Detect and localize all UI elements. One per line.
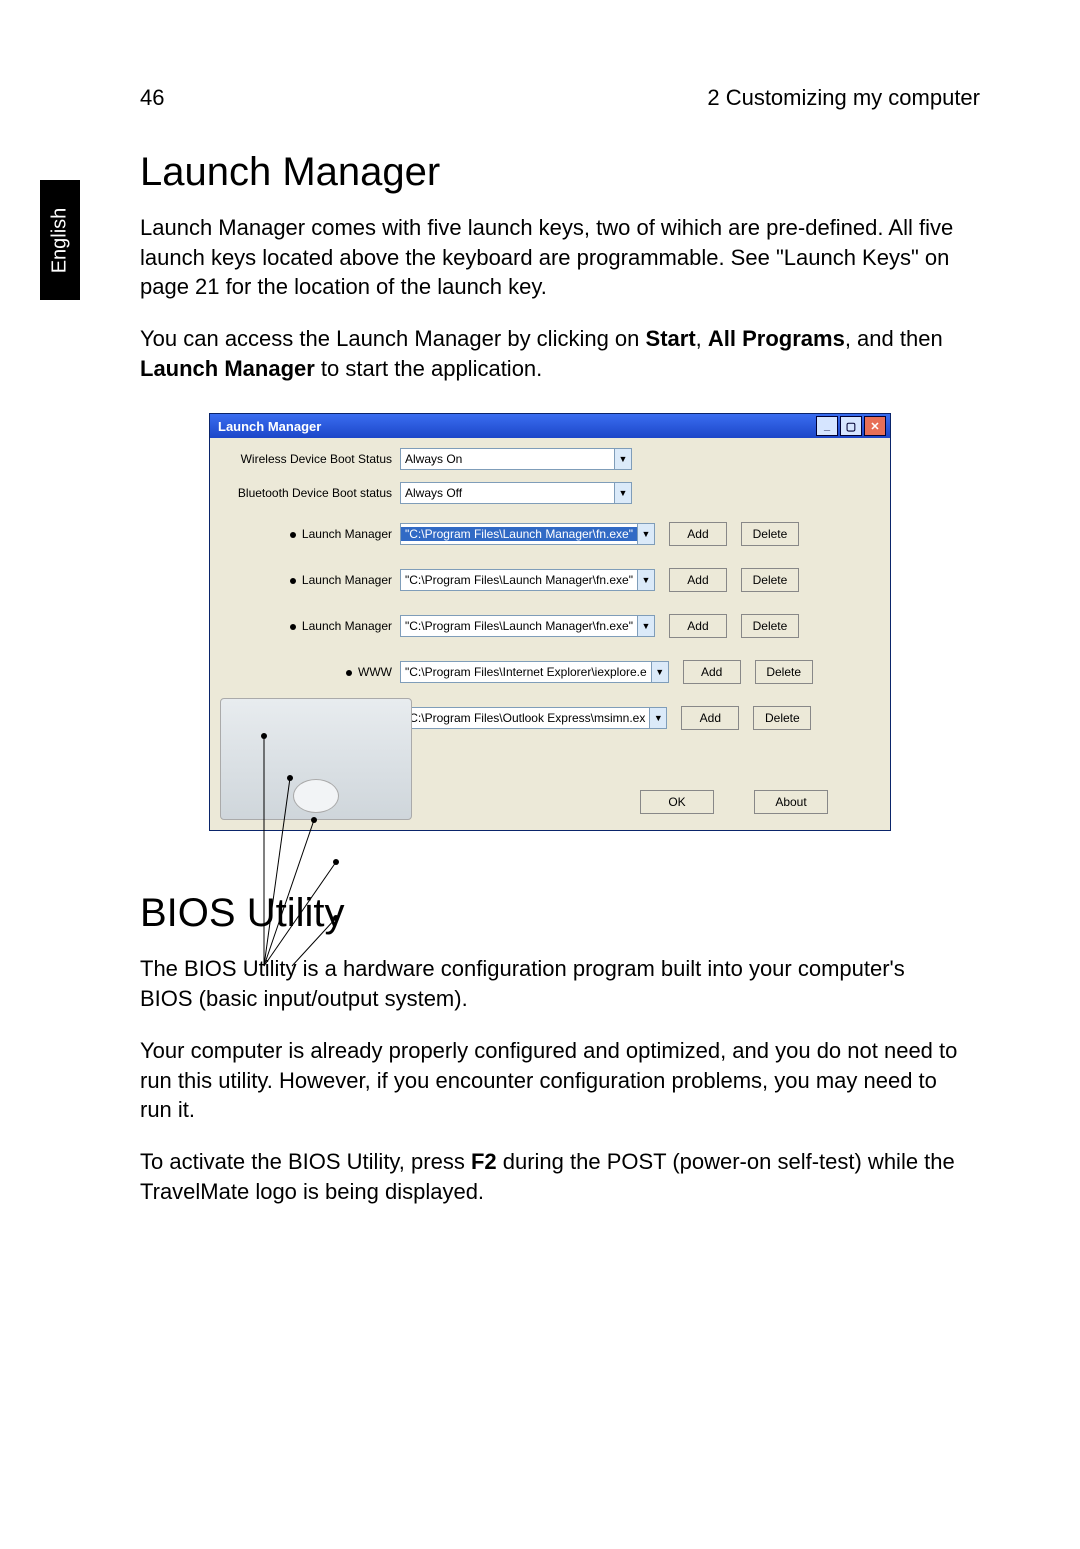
language-label: English (49, 207, 72, 273)
window-body: Wireless Device Boot Status Always On ▼ … (210, 438, 890, 830)
bold-lm: Launch Manager (140, 356, 315, 381)
bold-start: Start (646, 326, 696, 351)
launch-key-row: Launch Manager"C:\Program Files\Launch M… (222, 568, 878, 592)
bios-paragraph-3: To activate the BIOS Utility, press F2 d… (140, 1147, 960, 1206)
bullet-icon (290, 578, 296, 584)
minimize-button[interactable]: _ (816, 416, 838, 436)
section-title-bios: BIOS Utility (140, 891, 960, 936)
txt: , (696, 326, 708, 351)
wireless-status-select[interactable]: Always On ▼ (400, 448, 632, 470)
txt: to start the application. (315, 356, 542, 381)
launch-key-path-value: "C:\Program Files\Launch Manager\fn.exe" (401, 619, 637, 633)
lm-paragraph-1: Launch Manager comes with five launch ke… (140, 213, 960, 302)
bullet-icon (346, 670, 352, 676)
add-button[interactable]: Add (681, 706, 739, 730)
chevron-down-icon: ▼ (637, 524, 654, 544)
page-number: 46 (140, 85, 164, 111)
lm-paragraph-2: You can access the Launch Manager by cli… (140, 324, 960, 383)
close-button[interactable]: ✕ (864, 416, 886, 436)
wireless-status-value: Always On (401, 452, 614, 466)
launch-key-label: Launch Manager (222, 620, 400, 633)
bluetooth-status-label: Bluetooth Device Boot status (222, 487, 400, 500)
delete-button[interactable]: Delete (753, 706, 811, 730)
delete-button[interactable]: Delete (741, 614, 799, 638)
chevron-down-icon: ▼ (614, 449, 631, 469)
bios-paragraph-2: Your computer is already properly config… (140, 1036, 960, 1125)
launch-key-row: Launch Manager"C:\Program Files\Launch M… (222, 614, 878, 638)
chevron-down-icon: ▼ (637, 616, 654, 636)
status-row: Bluetooth Device Boot status Always Off … (222, 482, 878, 504)
section-title-launch-manager: Launch Manager (140, 150, 960, 195)
add-button[interactable]: Add (669, 522, 727, 546)
launch-key-path-value: "C:\Program Files\Launch Manager\fn.exe" (401, 573, 637, 587)
delete-button[interactable]: Delete (741, 568, 799, 592)
bold-f2: F2 (471, 1149, 497, 1174)
chevron-down-icon: ▼ (614, 483, 631, 503)
bluetooth-status-value: Always Off (401, 486, 614, 500)
txt: To activate the BIOS Utility, press (140, 1149, 471, 1174)
launch-key-path-select[interactable]: "C:\Program Files\Internet Explorer\iexp… (400, 661, 669, 683)
launch-key-path-value: "C:\Program Files\Outlook Express\msimn.… (401, 711, 649, 725)
ok-button[interactable]: OK (640, 790, 714, 814)
language-tab: English (40, 180, 80, 300)
launch-key-path-value: "C:\Program Files\Launch Manager\fn.exe" (401, 527, 637, 541)
chevron-down-icon: ▼ (649, 708, 666, 728)
about-button[interactable]: About (754, 790, 828, 814)
status-row: Wireless Device Boot Status Always On ▼ (222, 448, 878, 470)
launch-key-path-select[interactable]: "C:\Program Files\Outlook Express\msimn.… (400, 707, 667, 729)
bullet-icon (290, 532, 296, 538)
launch-key-label: WWW (222, 666, 400, 679)
chevron-down-icon: ▼ (651, 662, 668, 682)
chapter-title: 2 Customizing my computer (707, 85, 980, 111)
bullet-icon (290, 624, 296, 630)
chevron-down-icon: ▼ (637, 570, 654, 590)
launch-key-row: WWW"C:\Program Files\Internet Explorer\i… (222, 660, 878, 684)
keyboard-illustration (220, 698, 412, 820)
launch-key-row: Launch Manager"C:\Program Files\Launch M… (222, 522, 878, 546)
window-title: Launch Manager (214, 419, 814, 434)
maximize-button[interactable]: ▢ (840, 416, 862, 436)
add-button[interactable]: Add (669, 568, 727, 592)
launch-key-path-select[interactable]: "C:\Program Files\Launch Manager\fn.exe"… (400, 569, 655, 591)
txt: You can access the Launch Manager by cli… (140, 326, 646, 351)
add-button[interactable]: Add (669, 614, 727, 638)
bluetooth-status-select[interactable]: Always Off ▼ (400, 482, 632, 504)
launch-key-label: Launch Manager (222, 574, 400, 587)
launch-key-label: Launch Manager (222, 528, 400, 541)
launch-key-path-select[interactable]: "C:\Program Files\Launch Manager\fn.exe"… (400, 523, 655, 545)
launch-manager-window: Launch Manager _ ▢ ✕ Wireless Device Boo… (209, 413, 891, 831)
add-button[interactable]: Add (683, 660, 741, 684)
bold-allprograms: All Programs (708, 326, 845, 351)
delete-button[interactable]: Delete (755, 660, 813, 684)
txt: , and then (845, 326, 943, 351)
delete-button[interactable]: Delete (741, 522, 799, 546)
launch-key-path-select[interactable]: "C:\Program Files\Launch Manager\fn.exe"… (400, 615, 655, 637)
launch-key-path-value: "C:\Program Files\Internet Explorer\iexp… (401, 665, 651, 679)
wireless-status-label: Wireless Device Boot Status (222, 453, 400, 466)
bios-paragraph-1: The BIOS Utility is a hardware configura… (140, 954, 960, 1013)
titlebar[interactable]: Launch Manager _ ▢ ✕ (210, 414, 890, 438)
